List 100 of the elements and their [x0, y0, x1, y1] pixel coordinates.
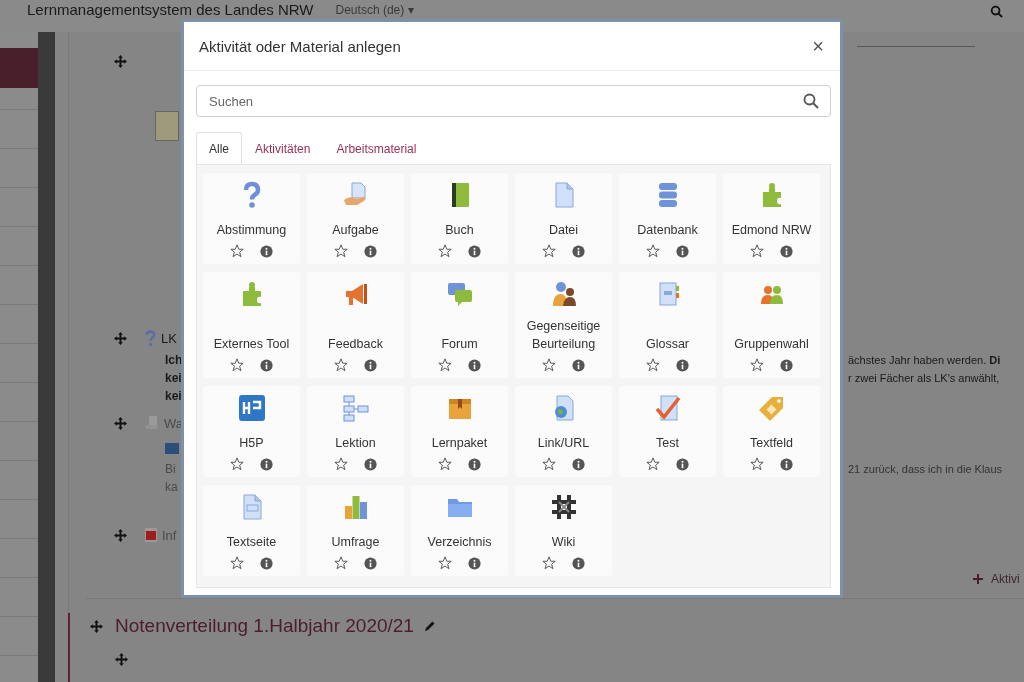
star-icon[interactable] — [230, 358, 244, 372]
star-icon[interactable] — [542, 457, 556, 471]
activity-label[interactable]: Gegenseitige Beurteilung — [517, 317, 610, 353]
star-icon[interactable] — [334, 358, 348, 372]
star-icon[interactable] — [230, 556, 244, 570]
activity-tile[interactable]: Externes Tool — [203, 272, 300, 378]
star-icon[interactable] — [334, 244, 348, 258]
star-icon[interactable] — [230, 244, 244, 258]
activity-tile[interactable]: Aufgabe — [307, 173, 404, 264]
info-icon[interactable] — [780, 457, 793, 471]
move-icon[interactable] — [114, 331, 127, 345]
activity-tile[interactable]: Gruppenwahl — [723, 272, 820, 378]
move-icon[interactable] — [115, 652, 128, 666]
info-icon[interactable] — [260, 358, 273, 372]
star-icon[interactable] — [334, 556, 348, 570]
info-icon[interactable] — [780, 358, 793, 372]
activity-tile[interactable]: Datei — [515, 173, 612, 264]
activity-tile[interactable]: Buch — [411, 173, 508, 264]
star-icon[interactable] — [542, 556, 556, 570]
move-icon[interactable] — [114, 54, 127, 68]
activity-label[interactable]: Umfrage — [331, 533, 380, 551]
star-icon[interactable] — [646, 358, 660, 372]
site-title[interactable]: Lernmanagementsystem des Landes NRW — [27, 2, 314, 18]
info-icon[interactable] — [676, 358, 689, 372]
star-icon[interactable] — [646, 244, 660, 258]
star-icon[interactable] — [438, 457, 452, 471]
info-icon[interactable] — [364, 244, 377, 258]
star-icon[interactable] — [230, 457, 244, 471]
activity-tile[interactable]: Link/URL — [515, 386, 612, 477]
activity-tile[interactable]: Gegenseitige Beurteilung — [515, 272, 612, 378]
info-icon[interactable] — [468, 457, 481, 471]
star-icon[interactable] — [750, 244, 764, 258]
move-icon[interactable] — [90, 619, 103, 633]
pencil-icon[interactable] — [423, 620, 436, 632]
star-icon[interactable] — [750, 457, 764, 471]
info-icon[interactable] — [260, 457, 273, 471]
activity-tile[interactable]: Wiki — [515, 485, 612, 576]
info-icon[interactable] — [572, 358, 585, 372]
search-field[interactable]: Suchen — [196, 85, 831, 117]
activity-tile[interactable]: Verzeichnis — [411, 485, 508, 576]
activity-label[interactable]: Buch — [445, 221, 474, 239]
move-icon[interactable] — [114, 416, 127, 430]
star-icon[interactable] — [438, 358, 452, 372]
activity-label[interactable]: Abstimmung — [216, 221, 287, 239]
info-icon[interactable] — [572, 556, 585, 570]
activity-label[interactable]: Test — [656, 434, 679, 452]
search-icon[interactable] — [803, 93, 819, 109]
activity-label[interactable]: Feedback — [328, 335, 383, 353]
activity-label[interactable]: H5P — [239, 434, 264, 452]
activity-tile[interactable]: Edmond NRW — [723, 173, 820, 264]
info-icon[interactable] — [364, 457, 377, 471]
star-icon[interactable] — [750, 358, 764, 372]
info-icon[interactable] — [572, 244, 585, 258]
star-icon[interactable] — [334, 457, 348, 471]
info-icon[interactable] — [468, 244, 481, 258]
activity-tile[interactable]: Glossar — [619, 272, 716, 378]
activity-label[interactable]: Datenbank — [637, 221, 698, 239]
activity-label[interactable]: Aufgabe — [332, 221, 379, 239]
tab[interactable]: Arbeitsmaterial — [323, 132, 430, 164]
activity-tile[interactable]: Abstimmung — [203, 173, 300, 264]
activity-label[interactable]: Datei — [548, 221, 579, 239]
activity-tile[interactable]: Feedback — [307, 272, 404, 378]
activity-label[interactable]: Verzeichnis — [427, 533, 492, 551]
star-icon[interactable] — [542, 358, 556, 372]
activity-tile[interactable]: Textseite — [203, 485, 300, 576]
info-icon[interactable] — [468, 556, 481, 570]
activity-label[interactable]: Wiki — [551, 533, 576, 551]
star-icon[interactable] — [646, 457, 660, 471]
activity-tile[interactable]: Lektion — [307, 386, 404, 477]
activity-label[interactable]: Link/URL — [537, 434, 590, 452]
info-icon[interactable] — [572, 457, 585, 471]
info-icon[interactable] — [780, 244, 793, 258]
info-icon[interactable] — [676, 244, 689, 258]
activity-title[interactable]: LK — [161, 330, 177, 346]
activity-tile[interactable]: H5P — [203, 386, 300, 477]
section-title[interactable]: Notenverteilung 1.Halbjahr 2020/21 — [115, 615, 414, 637]
activity-label[interactable]: Lernpaket — [431, 434, 488, 452]
activity-label[interactable]: Edmond NRW — [731, 221, 812, 239]
search-icon[interactable] — [990, 5, 1003, 18]
star-icon[interactable] — [438, 244, 452, 258]
move-icon[interactable] — [114, 528, 127, 542]
activity-label[interactable]: Lektion — [335, 434, 376, 452]
activity-tile[interactable]: Umfrage — [307, 485, 404, 576]
close-button[interactable]: × — [808, 34, 828, 58]
activity-tile[interactable]: Test — [619, 386, 716, 477]
activity-label[interactable]: Externes Tool — [213, 335, 290, 353]
activity-tile[interactable]: Textfeld — [723, 386, 820, 477]
info-icon[interactable] — [364, 358, 377, 372]
star-icon[interactable] — [542, 244, 556, 258]
add-activity-link[interactable]: Aktivi — [973, 572, 1024, 586]
info-icon[interactable] — [260, 556, 273, 570]
activity-label[interactable]: Forum — [441, 335, 478, 353]
info-icon[interactable] — [676, 457, 689, 471]
tab[interactable]: Aktivitäten — [242, 132, 324, 164]
add-activity-text[interactable]: Aktivi — [991, 572, 1020, 586]
activity-label[interactable]: Textseite — [226, 533, 277, 551]
tab[interactable]: Alle — [196, 132, 242, 164]
info-icon[interactable] — [260, 244, 273, 258]
activity-tile[interactable]: Forum — [411, 272, 508, 378]
star-icon[interactable] — [438, 556, 452, 570]
